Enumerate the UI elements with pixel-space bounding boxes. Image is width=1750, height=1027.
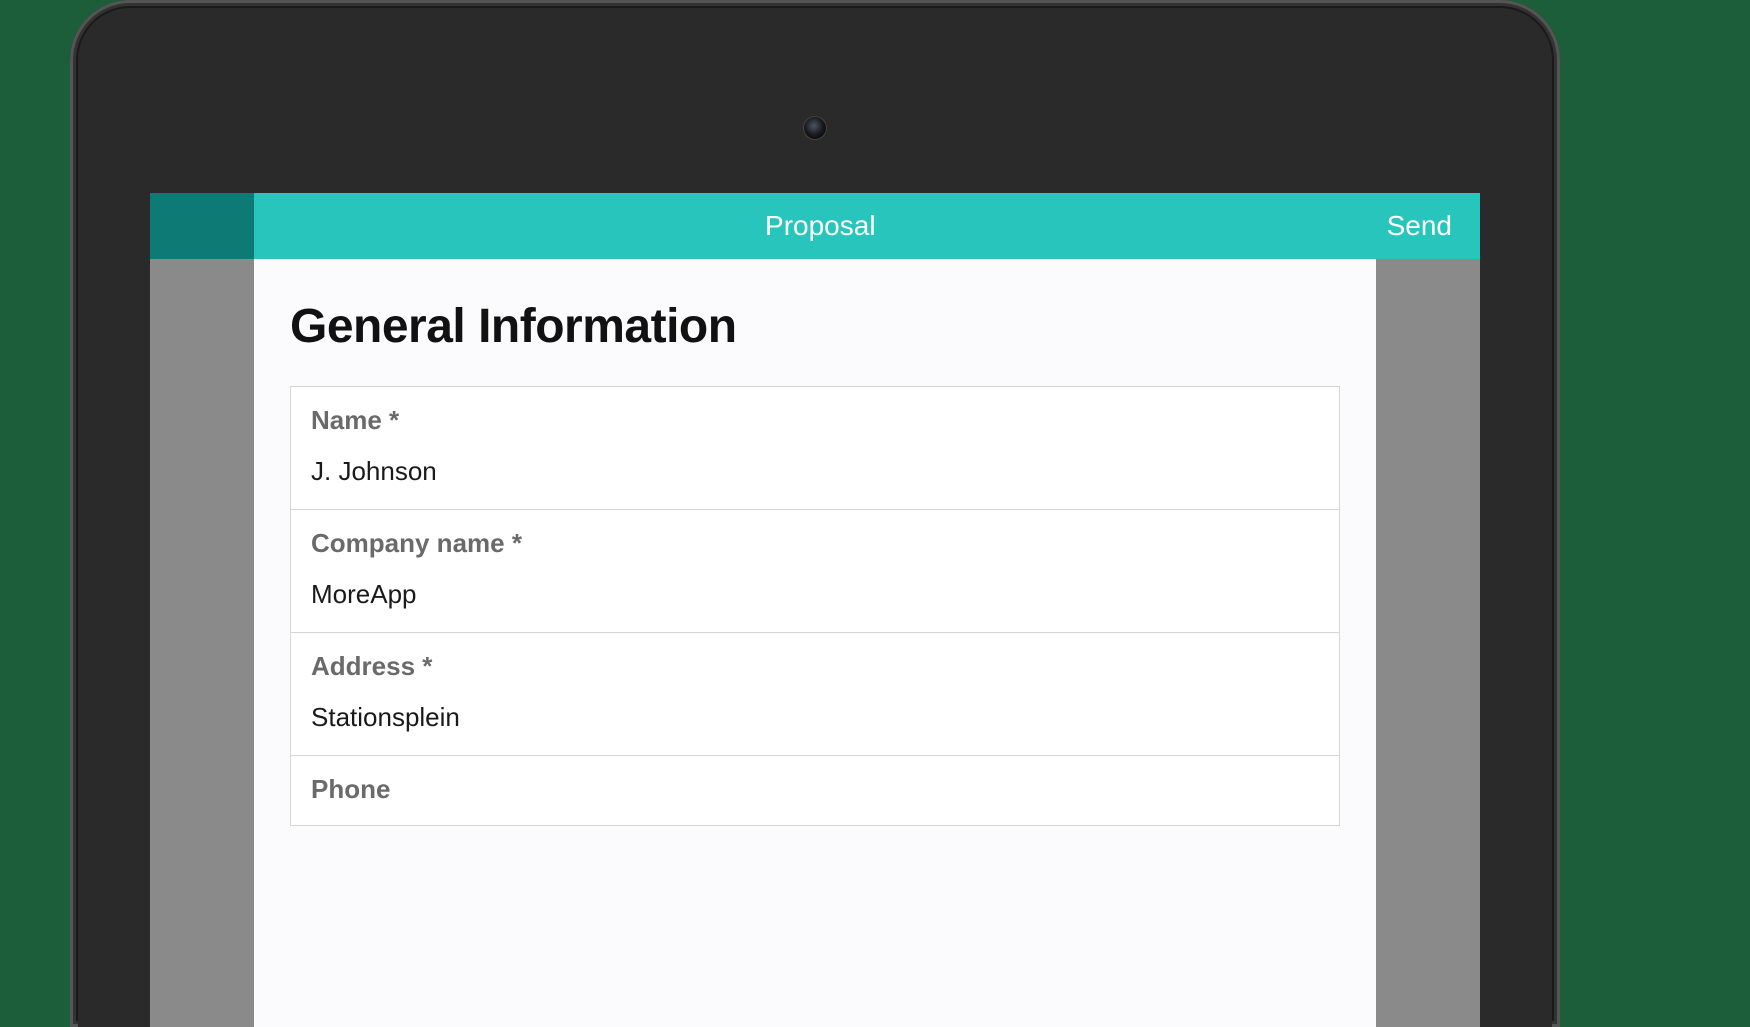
field-company: Company name * [291, 510, 1339, 633]
field-name: Name * [291, 387, 1339, 510]
tablet-screen: Proposal Send General Information Name *… [150, 193, 1480, 1027]
company-label: Company name * [311, 528, 1319, 559]
menu-button[interactable] [150, 193, 254, 259]
phone-label: Phone [311, 774, 1319, 805]
page-title: Proposal [254, 193, 1387, 259]
field-address: Address * [291, 633, 1339, 756]
form-fields: Name * Company name * Address * Phone [290, 386, 1340, 826]
name-input[interactable] [311, 456, 1319, 487]
camera-icon [803, 116, 827, 140]
form-body: General Information Name * Company name … [254, 259, 1376, 1027]
tablet-bezel: Proposal Send General Information Name *… [78, 8, 1552, 1027]
app-header: Proposal Send [150, 193, 1480, 259]
address-label: Address * [311, 651, 1319, 682]
address-input[interactable] [311, 702, 1319, 733]
section-title: General Information [290, 299, 1340, 354]
field-phone: Phone [291, 756, 1339, 805]
tablet-frame: Proposal Send General Information Name *… [70, 0, 1560, 1027]
company-input[interactable] [311, 579, 1319, 610]
name-label: Name * [311, 405, 1319, 436]
send-button[interactable]: Send [1387, 193, 1480, 259]
